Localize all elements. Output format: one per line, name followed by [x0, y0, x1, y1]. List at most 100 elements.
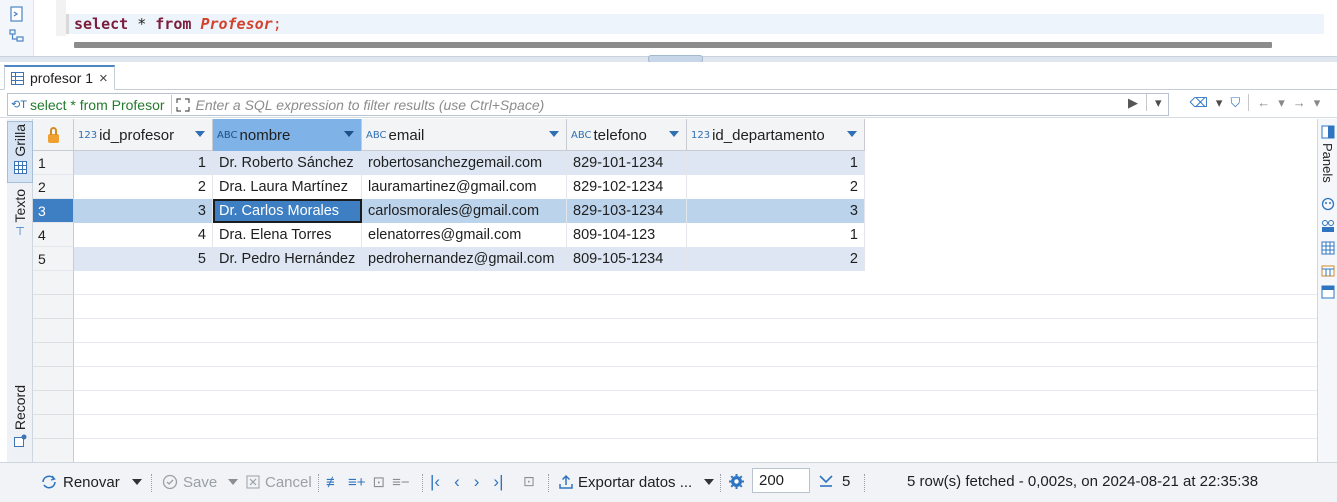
cell-email[interactable]: lauramartinez@gmail.com [362, 175, 567, 199]
filter-expression-input[interactable]: Enter a SQL expression to filter results… [175, 97, 544, 113]
last-page-icon[interactable]: ›| [493, 472, 503, 492]
tab-label: profesor 1 [30, 70, 94, 86]
sql-editor[interactable]: select * from Profesor; [0, 0, 1337, 56]
cell-nombre[interactable]: Dra. Laura Martínez [213, 175, 362, 199]
tab-grid-view[interactable]: Grilla [7, 121, 33, 183]
apply-filter-icon[interactable]: ▶ [1128, 95, 1138, 111]
tab-profesor-1[interactable]: profesor 1 × [4, 65, 115, 90]
sort-dropdown-icon[interactable] [847, 131, 857, 137]
save-button[interactable]: Save [162, 471, 217, 493]
grid-body: 1 1 Dr. Roberto Sánchez robertosanchezge… [33, 151, 1317, 462]
add-row-icon[interactable]: ≡+ [348, 474, 366, 491]
row-count-icon[interactable] [818, 473, 834, 489]
cell-id-departamento[interactable]: 1 [687, 223, 865, 247]
sort-dropdown-icon[interactable] [344, 131, 354, 137]
editor-horizontal-scrollbar[interactable] [74, 42, 1272, 48]
eraser-icon[interactable]: ⌫ [1190, 95, 1208, 111]
cancel-button[interactable]: Cancel [246, 471, 312, 493]
calc-grid-icon[interactable] [1321, 241, 1335, 255]
edit-cell-icon[interactable]: ≢ [326, 474, 341, 491]
back-dropdown-icon[interactable]: ▾ [1278, 95, 1285, 111]
next-page-icon[interactable]: › [474, 472, 480, 492]
filter-input-box[interactable]: ⟲T select * from Profesor Enter a SQL ex… [7, 93, 1169, 116]
row-number[interactable]: 4 [33, 223, 74, 247]
cell-id-profesor[interactable]: 3 [74, 199, 213, 223]
cell-telefono[interactable]: 829-103-1234 [567, 199, 687, 223]
tab-text-view[interactable]: Texto ⊤ [7, 189, 33, 249]
column-header-id-profesor[interactable]: 123 id_profesor [74, 119, 213, 151]
cell-id-departamento[interactable]: 2 [687, 175, 865, 199]
table-row[interactable]: 1 1 Dr. Roberto Sánchez robertosanchezge… [33, 151, 1317, 175]
gear-icon[interactable] [728, 473, 745, 490]
cell-email[interactable]: pedrohernandez@gmail.com [362, 247, 567, 271]
result-panel-icon[interactable] [1321, 285, 1335, 299]
table-row-selected[interactable]: 3 3 Dr. Carlos Morales carlosmorales@gma… [33, 199, 1317, 223]
table-row[interactable]: 5 5 Dr. Pedro Hernández pedrohernandez@g… [33, 247, 1317, 271]
cell-id-departamento[interactable]: 3 [687, 199, 865, 223]
tab-record-view[interactable]: Record [7, 385, 33, 457]
results-grid[interactable]: 123 id_profesor ABC nombre ABC email ABC… [33, 119, 1317, 462]
cell-id-profesor[interactable]: 4 [74, 223, 213, 247]
previous-page-icon[interactable]: ‹ [454, 472, 460, 492]
export-dropdown-icon[interactable] [704, 479, 714, 485]
export-data-button[interactable]: Exportar datos ... [559, 471, 692, 493]
back-arrow-icon[interactable]: ← [1257, 95, 1270, 110]
copy-row-icon[interactable]: ⊡ [373, 473, 386, 491]
cell-email[interactable]: carlosmorales@gmail.com [362, 199, 567, 223]
panels-label[interactable]: Panels [1320, 143, 1335, 183]
cell-id-profesor[interactable]: 2 [74, 175, 213, 199]
fetch-all-icon[interactable]: ⊡ [523, 473, 535, 490]
row-number[interactable]: 1 [33, 151, 74, 175]
forward-dropdown-icon[interactable]: ▾ [1314, 95, 1321, 111]
filter-icon[interactable]: ⛉ [1230, 95, 1240, 111]
eraser-dropdown-icon[interactable]: ▾ [1216, 95, 1223, 111]
explain-plan-icon[interactable] [9, 28, 25, 44]
table-row[interactable]: 4 4 Dra. Elena Torres elenatorres@gmail.… [33, 223, 1317, 247]
cell-nombre[interactable]: Dr. Roberto Sánchez [213, 151, 362, 175]
column-header-nombre[interactable]: ABC nombre [213, 119, 362, 151]
cell-id-departamento[interactable]: 1 [687, 151, 865, 175]
refresh-dropdown-icon[interactable] [132, 479, 142, 485]
first-page-icon[interactable]: |‹ [430, 472, 440, 492]
cell-telefono[interactable]: 829-102-1234 [567, 175, 687, 199]
cell-nombre[interactable]: Dra. Elena Torres [213, 223, 362, 247]
cell-id-departamento[interactable]: 2 [687, 247, 865, 271]
panels-icon[interactable] [1321, 125, 1335, 139]
filter-history-dropdown-icon[interactable]: ▾ [1155, 95, 1162, 111]
row-number[interactable]: 3 [33, 199, 74, 223]
sql-statement[interactable]: select * from Profesor; [74, 15, 282, 33]
panels-strip: Panels [1317, 119, 1337, 462]
column-header-id-departamento[interactable]: 123 id_departamento [687, 119, 865, 151]
close-icon[interactable]: × [99, 70, 108, 87]
refresh-button[interactable]: Renovar [40, 471, 120, 493]
row-number[interactable]: 5 [33, 247, 74, 271]
save-dropdown-icon[interactable] [228, 479, 238, 485]
cell-email[interactable]: elenatorres@gmail.com [362, 223, 567, 247]
table-row[interactable]: 2 2 Dra. Laura Martínez lauramartinez@gm… [33, 175, 1317, 199]
metadata-icon[interactable] [1321, 197, 1335, 211]
expand-icon[interactable] [175, 97, 190, 112]
cell-nombre[interactable]: Dr. Pedro Hernández [213, 247, 362, 271]
grouping-icon[interactable] [1321, 219, 1335, 233]
row-number[interactable]: 2 [33, 175, 74, 199]
column-header-email[interactable]: ABC email [362, 119, 567, 151]
delete-row-icon[interactable]: ≡− [392, 474, 410, 491]
active-query-label[interactable]: ⟲T select * from Profesor [8, 97, 165, 113]
sort-dropdown-icon[interactable] [669, 131, 679, 137]
cell-telefono[interactable]: 809-105-1234 [567, 247, 687, 271]
column-header-telefono[interactable]: ABC telefono [567, 119, 687, 151]
cell-telefono[interactable]: 809-104-123 [567, 223, 687, 247]
sort-dropdown-icon[interactable] [195, 131, 205, 137]
cell-nombre-focused[interactable]: Dr. Carlos Morales [213, 199, 362, 223]
filter-actions: ▶ ▾ ⌫ ▾ ⛉ ← ▾ → ▾ [1128, 94, 1320, 111]
fetch-size-input[interactable]: 200 [752, 468, 810, 493]
cell-id-profesor[interactable]: 1 [74, 151, 213, 175]
read-only-lock[interactable] [33, 119, 74, 151]
execute-statement-icon[interactable] [9, 6, 25, 22]
calendar-icon[interactable] [1321, 263, 1335, 277]
cell-id-profesor[interactable]: 5 [74, 247, 213, 271]
cell-email[interactable]: robertosanchezgemail.com [362, 151, 567, 175]
cell-telefono[interactable]: 829-101-1234 [567, 151, 687, 175]
forward-arrow-icon[interactable]: → [1293, 95, 1306, 110]
sort-dropdown-icon[interactable] [549, 131, 559, 137]
